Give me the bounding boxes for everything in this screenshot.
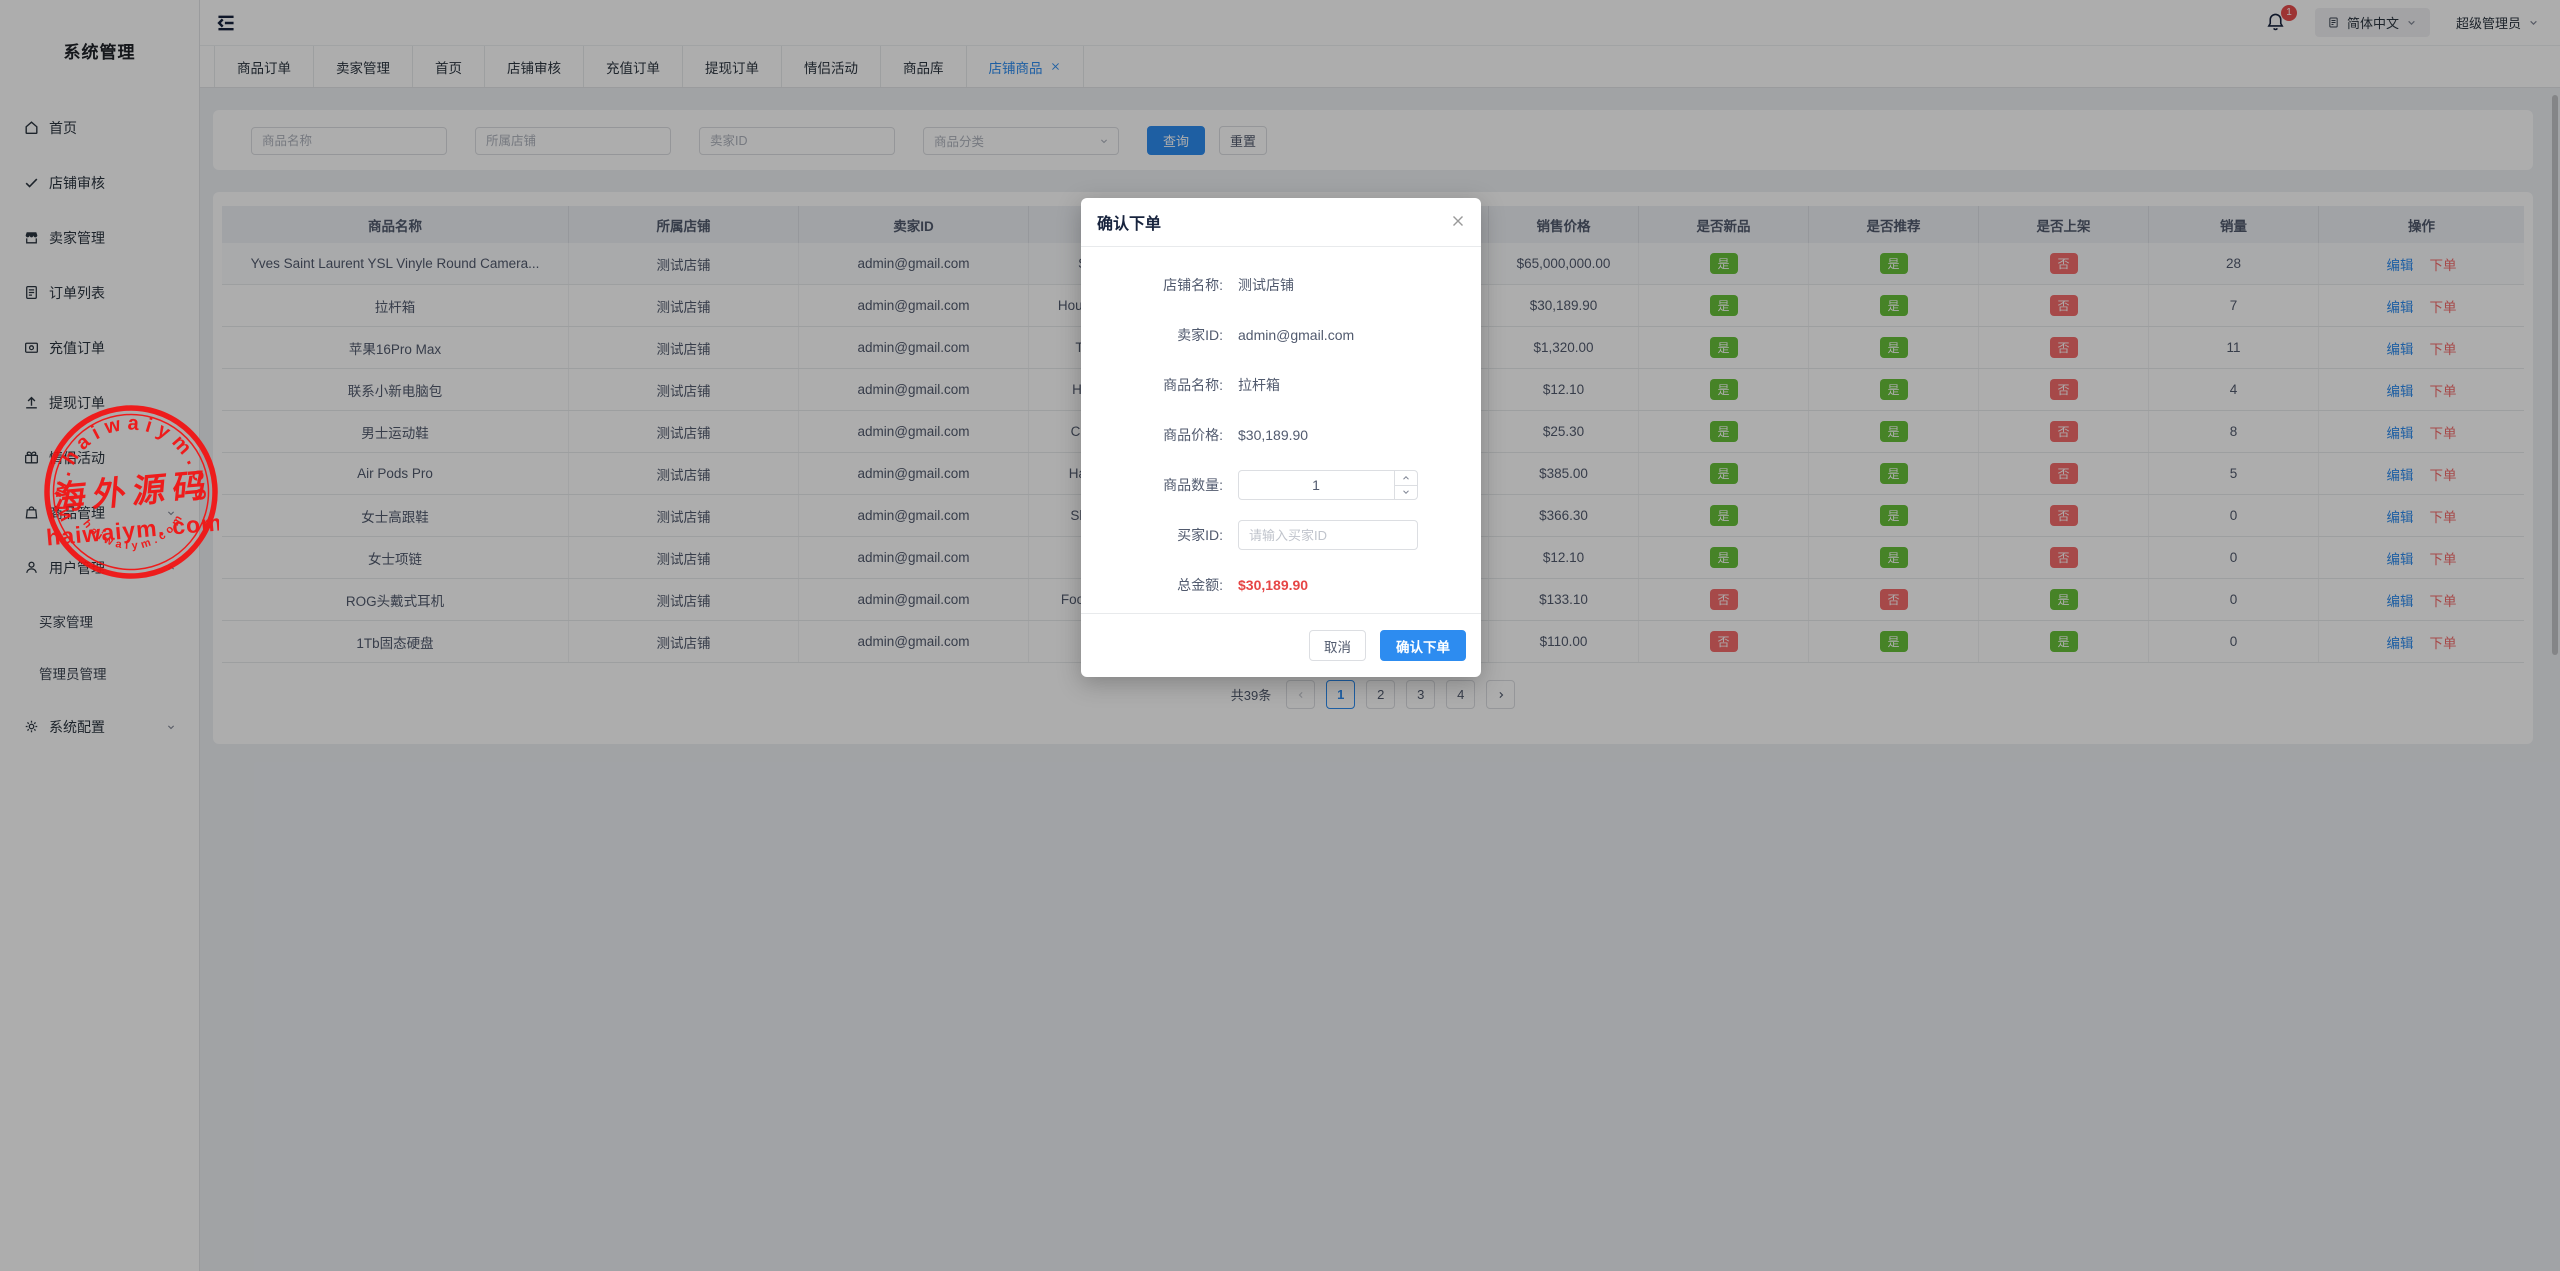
total-row: 总金额: $30,189.90 — [1081, 560, 1481, 610]
buyer-id-input[interactable] — [1238, 520, 1418, 550]
modal-field-value: admin@gmail.com — [1238, 327, 1354, 343]
watermark-stamp: www.haiwaiym.com 海外源码 haiwaiym. com haiw… — [43, 404, 219, 580]
total-label: 总金额: — [1081, 575, 1223, 595]
modal-footer: 取消 确认下单 — [1081, 613, 1481, 677]
modal-field-label: 商品价格: — [1081, 425, 1223, 445]
confirm-order-button[interactable]: 确认下单 — [1380, 630, 1466, 661]
quantity-label: 商品数量: — [1081, 475, 1223, 495]
modal-field-value: 测试店铺 — [1238, 275, 1294, 295]
modal-field-row: 商品名称: 拉杆箱 — [1081, 360, 1481, 410]
quantity-input[interactable] — [1238, 470, 1418, 500]
quantity-row: 商品数量: — [1081, 460, 1481, 510]
modal-field-row: 商品价格: $30,189.90 — [1081, 410, 1481, 460]
modal-field-label: 卖家ID: — [1081, 325, 1223, 345]
buyer-id-label: 买家ID: — [1081, 525, 1223, 545]
modal-field-value: 拉杆箱 — [1238, 375, 1280, 395]
confirm-order-modal: 确认下单 店铺名称: 测试店铺卖家ID: admin@gmail.com 商品名称: 拉… — [1081, 198, 1481, 677]
modal-title: 确认下单 — [1097, 210, 1161, 234]
modal-field-label: 商品名称: — [1081, 375, 1223, 395]
modal-static-fields: 店铺名称: 测试店铺卖家ID: admin@gmail.com 商品名称: 拉杆箱商品价… — [1081, 260, 1481, 460]
cancel-button[interactable]: 取消 — [1309, 630, 1366, 661]
modal-header: 确认下单 — [1081, 198, 1481, 247]
stepper-up-button[interactable] — [1395, 471, 1417, 486]
stepper-down-button[interactable] — [1395, 486, 1417, 500]
watermark-center-text: 海外源码 — [52, 467, 215, 518]
modal-body: 店铺名称: 测试店铺卖家ID: admin@gmail.com 商品名称: 拉杆箱商品价… — [1081, 247, 1481, 610]
modal-field-row: 店铺名称: 测试店铺 — [1081, 260, 1481, 310]
modal-field-row: 卖家ID: admin@gmail.com — [1081, 310, 1481, 360]
close-icon[interactable] — [1450, 213, 1466, 229]
screen: 系统管理 首页店铺审核卖家管理订单列表充值订单提现订单情侣活动商品管理用户管理买… — [0, 0, 2560, 1271]
modal-field-value: $30,189.90 — [1238, 427, 1308, 443]
total-amount: $30,189.90 — [1238, 577, 1308, 593]
modal-field-label: 店铺名称: — [1081, 275, 1223, 295]
quantity-stepper — [1238, 470, 1418, 500]
buyer-row: 买家ID: — [1081, 510, 1481, 560]
